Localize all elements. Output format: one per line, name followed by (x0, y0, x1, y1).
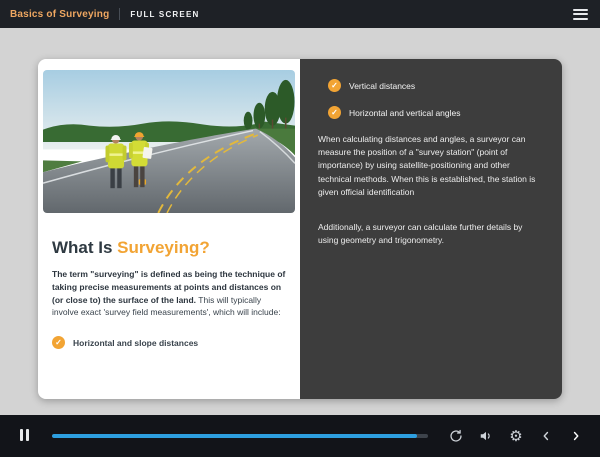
volume-icon (479, 429, 493, 443)
slide-stage: What Is Surveying? The term "surveying" … (0, 28, 600, 415)
slide-card: What Is Surveying? The term "surveying" … (38, 59, 562, 399)
slide-heading: What Is Surveying? (52, 238, 286, 258)
heading-prefix: What Is (52, 238, 117, 257)
menu-button[interactable] (571, 2, 590, 26)
bullet-label: Horizontal and vertical angles (349, 108, 461, 118)
settings-button[interactable]: ⚙ (504, 423, 528, 449)
gear-icon: ⚙ (509, 429, 522, 444)
right-paragraph-1: When calculating distances and angles, a… (318, 133, 544, 199)
surveyors-photo (43, 70, 295, 213)
chevron-left-icon (539, 429, 553, 443)
progress-bar[interactable] (52, 434, 428, 438)
previous-button[interactable] (534, 423, 558, 449)
right-paragraph-2: Additionally, a surveyor can calculate f… (318, 221, 544, 247)
heading-highlight: Surveying? (117, 238, 210, 257)
course-player-window: Basics of Surveying FULL SCREEN (0, 0, 600, 457)
pause-icon (18, 429, 30, 444)
fullscreen-button[interactable]: FULL SCREEN (130, 10, 199, 19)
bullet-item-horizontal-vertical-angles: ✓ Horizontal and vertical angles (328, 106, 544, 119)
pause-button[interactable] (12, 423, 36, 449)
check-circle-icon: ✓ (328, 106, 341, 119)
bullet-label: Vertical distances (349, 81, 415, 91)
player-bar: ⚙ (0, 415, 600, 457)
slide-body-text: The term "surveying" is defined as being… (52, 268, 286, 319)
replay-icon (449, 429, 463, 443)
bullet-item-vertical-distances: ✓ Vertical distances (328, 79, 544, 92)
hamburger-icon (573, 9, 588, 20)
course-title: Basics of Surveying (10, 9, 109, 20)
surveyors-photo-illustration (43, 70, 295, 213)
bullet-item-horizontal-slope: ✓ Horizontal and slope distances (52, 336, 286, 349)
top-bar: Basics of Surveying FULL SCREEN (0, 0, 600, 28)
topbar-divider (119, 8, 120, 20)
slide-right-panel: ✓ Vertical distances ✓ Horizontal and ve… (300, 59, 562, 399)
next-button[interactable] (564, 423, 588, 449)
progress-fill (52, 434, 417, 438)
volume-button[interactable] (474, 423, 498, 449)
check-circle-icon: ✓ (328, 79, 341, 92)
bullet-label: Horizontal and slope distances (73, 338, 198, 348)
slide-left-panel: What Is Surveying? The term "surveying" … (38, 59, 300, 399)
replay-button[interactable] (444, 423, 468, 449)
chevron-right-icon (569, 429, 583, 443)
check-circle-icon: ✓ (52, 336, 65, 349)
